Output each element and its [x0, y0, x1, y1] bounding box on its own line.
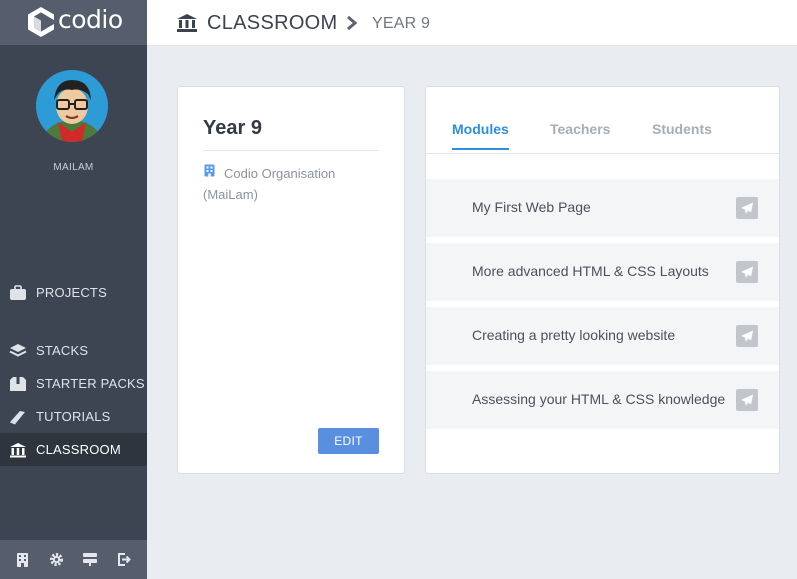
- server-icon[interactable]: [81, 551, 99, 569]
- module-row[interactable]: Creating a pretty looking website: [426, 307, 779, 365]
- gear-icon[interactable]: [48, 551, 66, 569]
- codio-logo-icon[interactable]: [26, 6, 56, 38]
- sidebar-item-label: STACKS: [36, 343, 89, 358]
- sidebar-item-stacks[interactable]: STACKS: [0, 334, 147, 367]
- breadcrumb-current: YEAR 9: [372, 15, 431, 32]
- module-title: More advanced HTML & CSS Layouts: [472, 263, 709, 279]
- organisation-name: Codio Organisation (MaiLam): [203, 166, 336, 202]
- tab-modules[interactable]: Modules: [452, 121, 509, 150]
- sidebar: codio MAILAM PROJECTS STACKS STARTER PAC…: [0, 0, 147, 579]
- box-icon: [8, 375, 27, 393]
- sidebar-item-label: TUTORIALS: [36, 409, 111, 424]
- header: CLASSROOM YEAR 9: [147, 0, 797, 46]
- class-content-card: Modules Teachers Students My First Web P…: [425, 86, 780, 474]
- paper-plane-icon: [741, 330, 753, 342]
- send-module-button[interactable]: [736, 325, 758, 347]
- paper-plane-icon: [741, 394, 753, 406]
- logout-icon[interactable]: [115, 551, 133, 569]
- sidebar-item-label: CLASSROOM: [36, 442, 121, 457]
- module-row[interactable]: Assessing your HTML & CSS knowledge: [426, 371, 779, 429]
- class-title: Year 9: [203, 117, 262, 139]
- breadcrumb-classroom[interactable]: CLASSROOM: [207, 12, 338, 35]
- organisation-icon[interactable]: [14, 551, 32, 569]
- module-title: My First Web Page: [472, 199, 591, 215]
- sidebar-item-classroom[interactable]: CLASSROOM: [0, 433, 147, 466]
- paper-plane-icon: [741, 202, 753, 214]
- module-row[interactable]: More advanced HTML & CSS Layouts: [426, 243, 779, 301]
- sidebar-bottom-bar: [0, 540, 147, 579]
- sidebar-item-starter-packs[interactable]: STARTER PACKS: [0, 367, 147, 400]
- module-row[interactable]: My First Web Page: [426, 179, 779, 237]
- chevron-right-icon: [347, 15, 358, 31]
- divider: [203, 150, 379, 151]
- send-module-button[interactable]: [736, 197, 758, 219]
- sidebar-item-label: PROJECTS: [36, 285, 107, 300]
- sidebar-item-projects[interactable]: PROJECTS: [0, 276, 147, 309]
- classroom-icon: [8, 441, 27, 459]
- layers-icon: [8, 342, 27, 360]
- paper-plane-icon: [741, 266, 753, 278]
- tab-bar: Modules Teachers Students: [426, 87, 779, 154]
- send-module-button[interactable]: [736, 389, 758, 411]
- username: MAILAM: [53, 162, 94, 173]
- sidebar-item-tutorials[interactable]: TUTORIALS: [0, 400, 147, 433]
- classroom-icon: [177, 14, 197, 32]
- edit-button[interactable]: EDIT: [318, 428, 379, 454]
- logo-bar: codio: [0, 0, 147, 45]
- briefcase-icon: [8, 284, 27, 302]
- sidebar-item-label: STARTER PACKS: [36, 376, 145, 391]
- tab-students[interactable]: Students: [652, 121, 712, 148]
- module-title: Creating a pretty looking website: [472, 327, 676, 343]
- class-details-card: Year 9 Codio Organisation (MaiLam) EDIT: [177, 86, 405, 474]
- send-module-button[interactable]: [736, 261, 758, 283]
- tab-teachers[interactable]: Teachers: [550, 121, 610, 148]
- avatar[interactable]: [36, 70, 108, 142]
- module-title: Assessing your HTML & CSS knowledge: [472, 391, 726, 407]
- book-icon: [8, 408, 27, 426]
- logo-text[interactable]: codio: [58, 5, 123, 34]
